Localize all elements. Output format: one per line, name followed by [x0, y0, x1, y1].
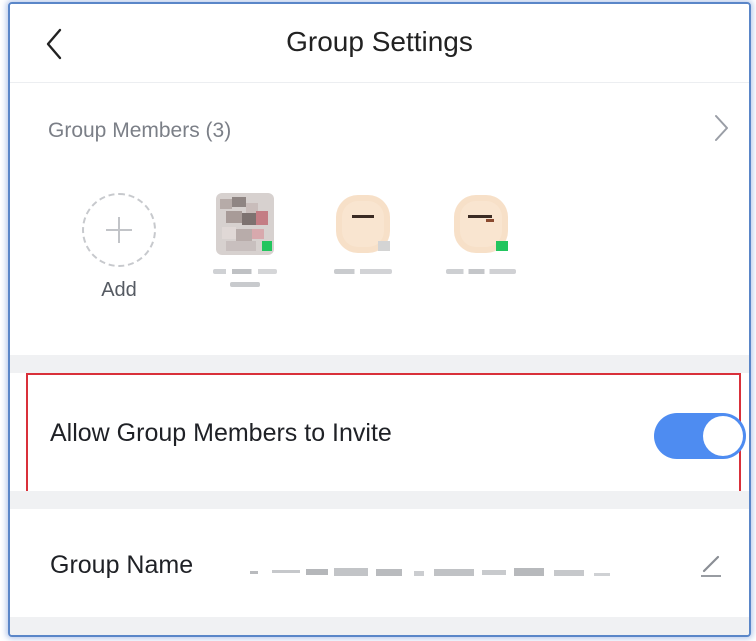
member-name-redacted: [213, 269, 277, 274]
page-title: Group Settings: [286, 26, 473, 57]
group-members-link[interactable]: Group Members (3): [10, 83, 749, 175]
add-member[interactable]: Add: [74, 193, 164, 302]
section-divider: [10, 491, 749, 509]
allow-invite-setting: Allow Group Members to Invite: [10, 373, 749, 493]
avatar: [216, 193, 274, 255]
member-item[interactable]: [436, 193, 526, 274]
avatar: [452, 193, 510, 255]
member-name-redacted: [334, 269, 392, 274]
member-name-redacted: [446, 269, 516, 274]
app-frame: Group Settings Group Members (3) Add All…: [8, 2, 751, 637]
member-name-redacted: [230, 282, 260, 287]
group-members-label: Group Members (3): [48, 119, 232, 142]
allow-invite-toggle[interactable]: [654, 413, 746, 459]
add-member-label: Add: [101, 279, 137, 301]
section-divider: [10, 355, 749, 373]
member-item[interactable]: [200, 193, 290, 287]
avatar: [334, 193, 392, 255]
page-bottom: [10, 617, 749, 635]
member-item[interactable]: [318, 193, 408, 274]
group-name-value-redacted: [250, 568, 610, 576]
group-members-section: Group Members (3) Add: [10, 83, 749, 355]
toggle-knob: [703, 416, 743, 456]
pencil-icon[interactable]: [696, 549, 726, 579]
header-bar: Group Settings: [10, 4, 749, 83]
add-member-button[interactable]: [82, 193, 156, 267]
plus-icon: [106, 217, 132, 243]
chevron-right-icon: [715, 115, 728, 141]
group-name-setting[interactable]: Group Name: [10, 509, 749, 617]
group-name-label: Group Name: [50, 551, 194, 579]
allow-invite-label: Allow Group Members to Invite: [50, 419, 392, 447]
